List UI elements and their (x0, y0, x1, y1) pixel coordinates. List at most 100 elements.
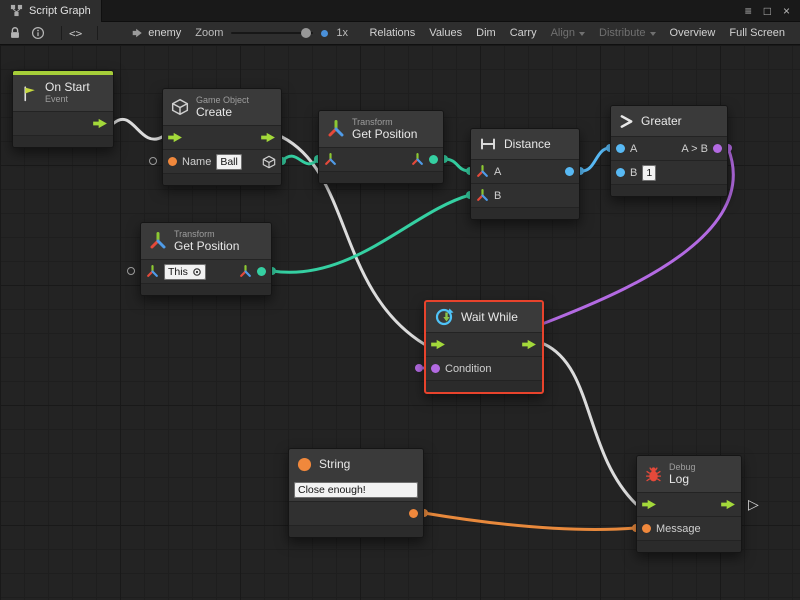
cube-icon (171, 98, 189, 116)
flow-input-port[interactable] (431, 339, 446, 350)
number-input-port-b[interactable] (616, 168, 625, 177)
zoom-value: 1x (336, 27, 348, 39)
node-wait-while[interactable]: Wait While Condition (424, 300, 544, 394)
name-value-field[interactable]: Ball (216, 154, 242, 170)
string-value-field[interactable]: Close enough! (294, 482, 418, 498)
node-on-start-event[interactable]: On Start Event (12, 70, 114, 148)
flow-output-port[interactable] (261, 132, 276, 143)
vector-input-port-a[interactable] (476, 165, 489, 178)
carry-button[interactable]: Carry (503, 22, 544, 45)
unconnected-port-ring[interactable] (127, 267, 135, 275)
unconnected-port-ring[interactable] (149, 157, 157, 165)
number-input-port-a[interactable] (616, 144, 625, 153)
node-debug-log[interactable]: Debug Log Message (636, 455, 742, 553)
port-row (637, 492, 741, 516)
string-input-port[interactable] (642, 524, 651, 533)
zoom-slider[interactable] (231, 32, 313, 34)
transform-input-port[interactable] (146, 265, 159, 278)
code-icon[interactable]: <> (69, 27, 82, 40)
node-header: Transform Get Position (141, 223, 271, 259)
flow-input-port[interactable] (642, 499, 657, 510)
node-get-position-1[interactable]: Transform Get Position (318, 110, 444, 184)
node-footer (471, 207, 579, 219)
string-input-port[interactable] (168, 157, 177, 166)
wire-number-distance-to-greater[interactable] (580, 148, 610, 171)
port-label: A (630, 143, 637, 155)
close-icon[interactable]: × (783, 0, 790, 22)
wire-vector-getposition1-to-distance-a[interactable] (444, 159, 470, 171)
chevron-down-icon (579, 32, 585, 36)
game-object-output-port[interactable] (262, 155, 276, 169)
zoom-reset-dot[interactable] (321, 30, 328, 37)
full-screen-button[interactable]: Full Screen (722, 22, 792, 45)
transform-input-port[interactable] (324, 153, 337, 166)
tab-script-graph[interactable]: Script Graph (0, 0, 102, 22)
object-picker-icon[interactable] (192, 267, 202, 277)
wire-endpoint (415, 364, 423, 372)
graph-canvas[interactable]: On Start Event Game Object Create (0, 45, 800, 600)
flow-output-port[interactable] (93, 118, 108, 129)
tab-title: Script Graph (29, 5, 91, 17)
b-value-field[interactable]: 1 (642, 165, 656, 181)
node-subtitle: Event (45, 94, 90, 105)
node-distance[interactable]: Distance A B (470, 128, 580, 220)
boolean-output-port[interactable] (713, 144, 722, 153)
wire-gameobject-create-to-getposition1[interactable] (282, 156, 318, 164)
port-label: B (494, 190, 501, 202)
node-footer (289, 525, 423, 537)
wire-string-to-log-message[interactable] (424, 513, 636, 530)
overview-button[interactable]: Overview (663, 22, 723, 45)
wait-while-loop-icon (434, 307, 454, 327)
string-output-port[interactable] (409, 509, 418, 518)
node-game-object-create[interactable]: Game Object Create Name Ball (162, 88, 282, 186)
node-header: String (289, 449, 423, 479)
port-label: Message (656, 523, 701, 535)
align-dropdown[interactable]: Align (544, 22, 592, 45)
script-graph-icon (10, 4, 23, 17)
graph-reference[interactable]: enemy (131, 27, 181, 39)
graph-name-label: enemy (148, 27, 181, 39)
number-output-port[interactable] (565, 167, 574, 176)
transform-icon (239, 265, 252, 278)
wire-flow-onstart-to-create[interactable] (114, 119, 162, 139)
node-title: Get Position (352, 128, 417, 141)
zoom-label: Zoom (195, 27, 223, 39)
node-string-literal[interactable]: String Close enough! (288, 448, 424, 538)
distribute-dropdown[interactable]: Distribute (592, 22, 662, 45)
port-label: B (630, 167, 637, 179)
target-dropdown[interactable]: This (164, 264, 206, 280)
boolean-input-port[interactable] (431, 364, 440, 373)
lock-icon[interactable] (8, 26, 22, 40)
transform-icon (411, 153, 424, 166)
port-label: A > B (681, 143, 708, 155)
window-controls: ≡ □ × (745, 0, 800, 22)
dim-button[interactable]: Dim (469, 22, 503, 45)
maximize-icon[interactable]: □ (764, 0, 771, 22)
relations-button[interactable]: Relations (362, 22, 422, 45)
vector-output-port[interactable] (257, 267, 266, 276)
wire-flow-waitwhile-to-log[interactable] (544, 344, 636, 504)
node-footer (319, 171, 443, 183)
values-button[interactable]: Values (422, 22, 469, 45)
node-get-position-2[interactable]: Transform Get Position This (140, 222, 272, 296)
vector-input-port-b[interactable] (476, 189, 489, 202)
vector-output-port[interactable] (429, 155, 438, 164)
port-row (13, 111, 113, 135)
node-greater[interactable]: Greater A A > B B 1 (610, 105, 728, 197)
flow-output-port[interactable] (522, 339, 537, 350)
node-footer (141, 283, 271, 295)
greater-icon (619, 114, 634, 129)
info-icon[interactable] (31, 26, 45, 40)
port-row (289, 501, 423, 525)
zoom-slider-handle[interactable] (301, 28, 311, 38)
node-footer (637, 540, 741, 552)
port-row: Name Ball (163, 149, 281, 173)
flow-input-port[interactable] (168, 132, 183, 143)
node-title: Get Position (174, 240, 239, 253)
node-title: Create (196, 106, 249, 119)
unity-script-graph-window: Script Graph ≡ □ × <> enemy Zoom 1x Rela… (0, 0, 800, 600)
window-menu-icon[interactable]: ≡ (745, 0, 752, 22)
wire-vector-getposition2-to-distance-b[interactable] (272, 195, 470, 272)
flow-output-port[interactable] (721, 499, 736, 510)
node-header: Wait While (426, 302, 542, 332)
